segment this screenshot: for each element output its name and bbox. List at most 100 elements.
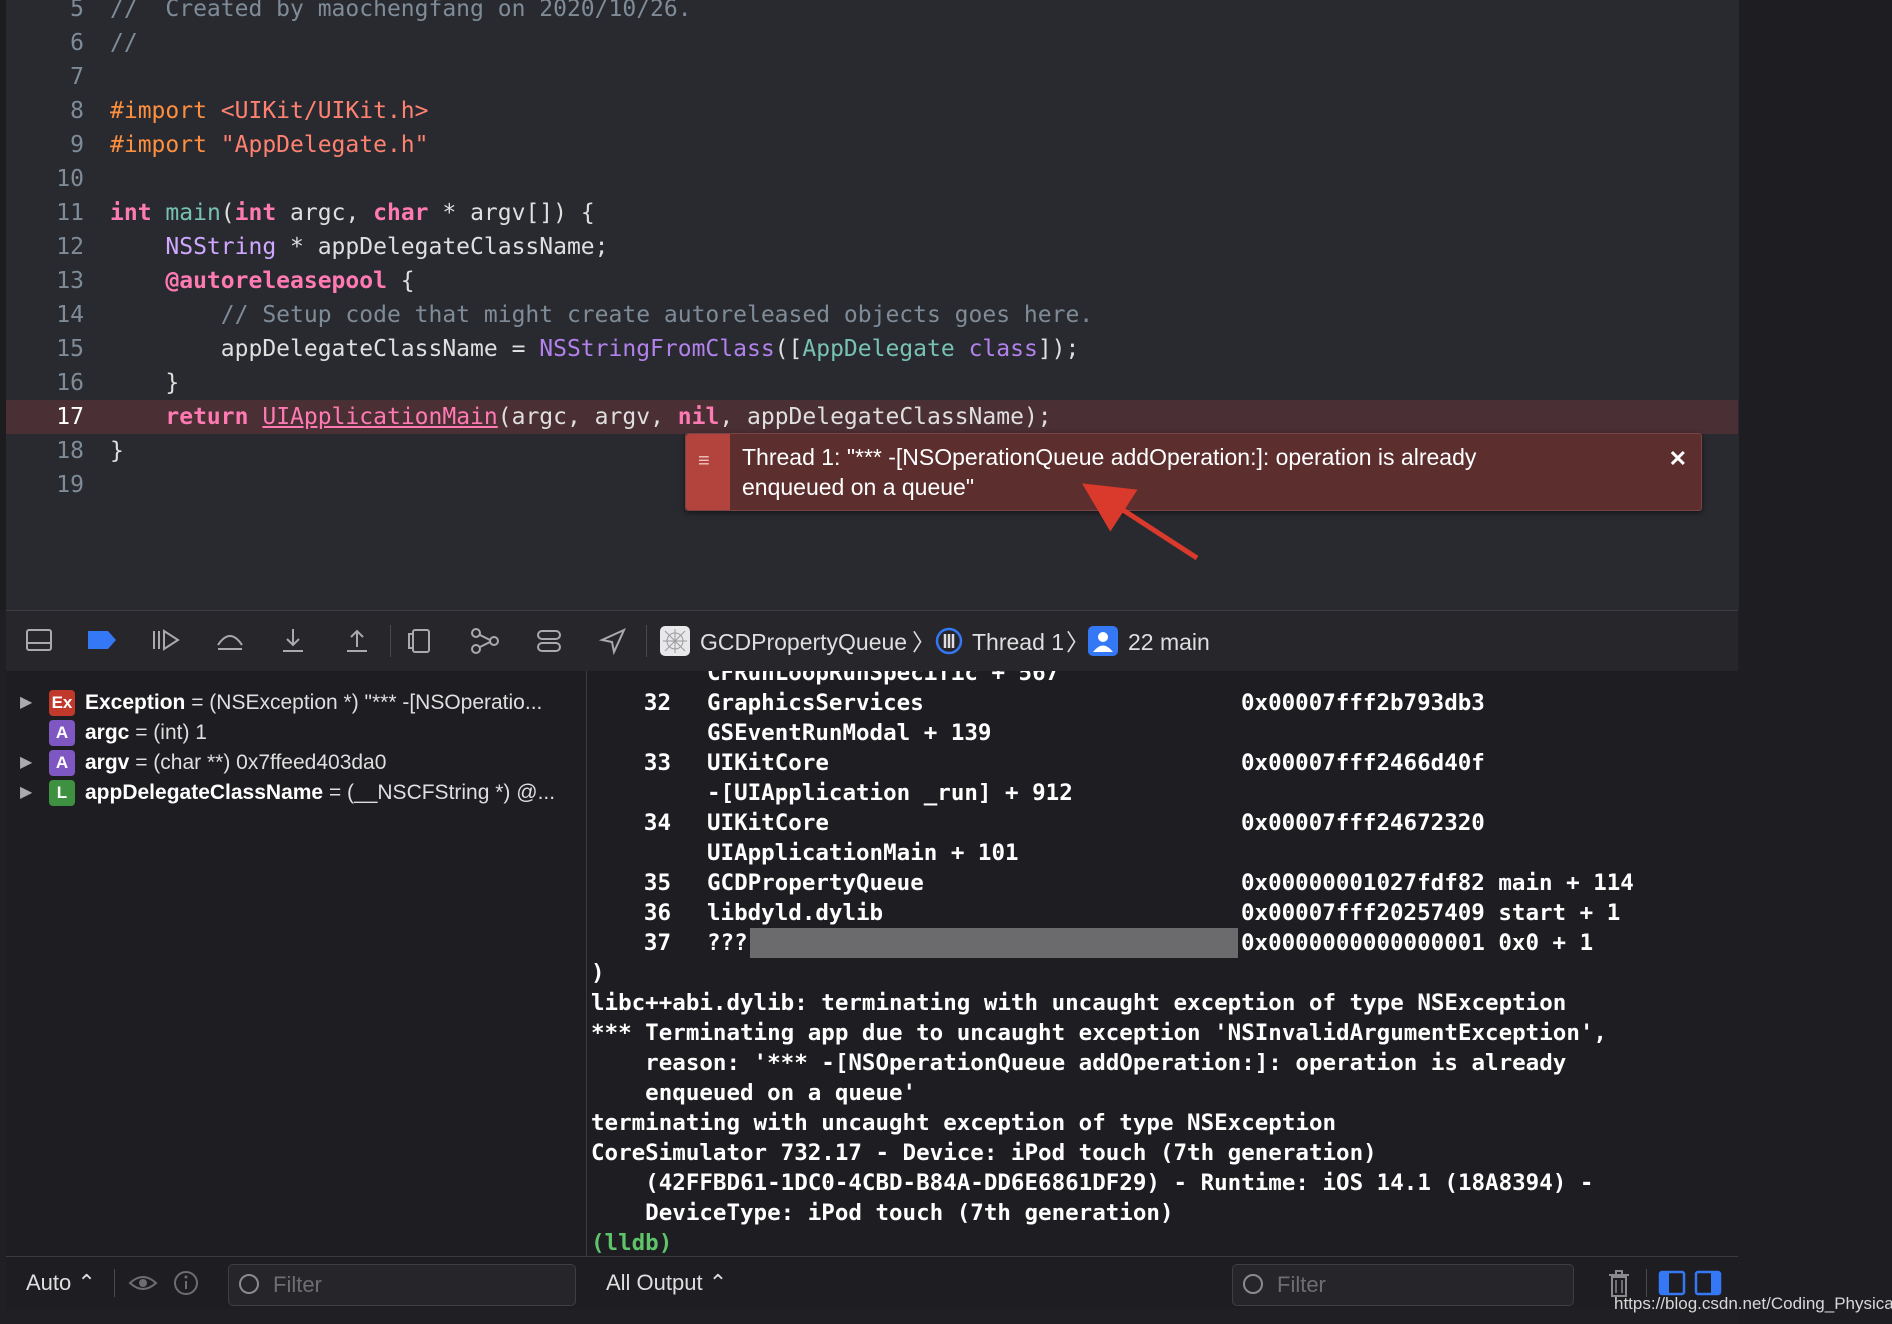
environment-overrides-icon[interactable] xyxy=(534,627,564,657)
frame-number: 33 xyxy=(643,750,671,776)
exception-banner[interactable]: ≡ Thread 1: "*** -[NSOperationQueue addO… xyxy=(685,433,1702,511)
line-number: 6 xyxy=(70,30,84,56)
filter-icon xyxy=(1243,1274,1263,1294)
code-token: @autoreleasepool xyxy=(165,268,387,294)
step-out-icon[interactable] xyxy=(342,627,372,657)
frame-number: 36 xyxy=(643,900,671,926)
variable-value: = (NSException *) "*** -[NSOperatio... xyxy=(185,691,543,714)
breadcrumb-thread[interactable]: Thread 1 xyxy=(972,627,1064,657)
code-line[interactable]: 7 xyxy=(6,60,1738,94)
code-token: (argc, argv, xyxy=(497,404,678,430)
console-output-line: enqueued on a queue' xyxy=(591,1080,917,1106)
info-icon[interactable] xyxy=(172,1269,200,1302)
console-output-line: reason: '*** -[NSOperationQueue addOpera… xyxy=(591,1050,1567,1076)
code-text: appDelegateClassName = NSStringFromClass… xyxy=(110,332,1080,366)
code-text: NSString * appDelegateClassName; xyxy=(110,230,608,264)
stack-frame-line: 34 UIKitCore 0x00007fff24672320 xyxy=(587,808,1738,838)
code-text: } xyxy=(110,434,124,468)
eye-icon[interactable] xyxy=(128,1270,158,1301)
breadcrumb-separator: 〉 xyxy=(912,629,935,655)
exception-message-line1: Thread 1: "*** -[NSOperationQueue addOpe… xyxy=(742,444,1477,470)
code-token: argc, xyxy=(276,200,374,226)
toolbar-divider xyxy=(390,625,391,657)
frame-address: 0x00007fff24672320 xyxy=(1241,810,1485,836)
code-line[interactable]: 15 appDelegateClassName = NSStringFromCl… xyxy=(6,332,1738,366)
stack-frame-line: 37??? 0x0000000000000001 0x0 + 1 xyxy=(587,928,1738,958)
exception-message-line2: enqueued on a queue" xyxy=(742,474,974,500)
variable-text: appDelegateClassName = (__NSCFString *) … xyxy=(85,775,555,811)
line-number: 19 xyxy=(56,472,84,498)
line-number: 13 xyxy=(56,268,84,294)
code-text: #import "AppDelegate.h" xyxy=(110,128,429,162)
code-line[interactable]: 12 NSString * appDelegateClassName; xyxy=(6,230,1738,264)
console-filter[interactable]: Filter xyxy=(1232,1264,1574,1306)
code-token: NSStringFromClass xyxy=(539,336,775,362)
code-line[interactable]: 16 } xyxy=(6,366,1738,400)
output-selector[interactable]: All Output ⌃ xyxy=(606,1269,727,1297)
code-token: <UIKit/UIKit.h> xyxy=(220,98,429,124)
code-token: // Created by maochengfang on 2020/10/26… xyxy=(110,0,692,22)
code-line[interactable]: 5 // Created by maochengfang on 2020/10/2… xyxy=(6,0,1738,26)
console-output-line: terminating with uncaught exception of t… xyxy=(591,1110,1337,1136)
code-token: main xyxy=(165,200,221,226)
variable-kind-badge: A xyxy=(49,720,75,746)
code-token: } xyxy=(110,370,180,396)
code-line[interactable]: 14 // Setup code that might create autor… xyxy=(6,298,1738,332)
code-text: @autoreleasepool { xyxy=(110,264,414,298)
stack-frame-line: 33 UIKitCore 0x00007fff2466d40f xyxy=(587,748,1738,778)
source-editor[interactable]: 5 // Created by maochengfang on 2020/10/2… xyxy=(0,0,1745,610)
breakpoints-toggle-icon[interactable] xyxy=(86,627,116,657)
code-line-current[interactable]: 17 return UIApplicationMain(argc, argv, … xyxy=(6,400,1738,434)
disclosure-triangle-icon[interactable]: ▶ xyxy=(20,775,32,811)
breadcrumb-target[interactable]: GCDPropertyQueue xyxy=(700,627,907,657)
lldb-prompt[interactable]: (lldb) xyxy=(591,1228,672,1256)
debug-console[interactable]: CFRunLoopRunSpecific + 567 32 GraphicsSer… xyxy=(587,671,1738,1256)
frame-library: libdyld.dylib xyxy=(707,900,884,926)
variable-name: argc xyxy=(85,721,130,744)
code-line[interactable]: 13 @autoreleasepool { xyxy=(6,264,1738,298)
code-token: UIApplicationMain xyxy=(262,404,498,430)
breadcrumb-frame[interactable]: 22 main xyxy=(1128,627,1210,657)
debug-toolbar: GCDPropertyQueue 〉 Thread 1 〉 22 main xyxy=(6,610,1738,672)
variable-row[interactable]: ▶ LappDelegateClassName = (__NSCFString *… xyxy=(6,775,586,811)
thread-icon xyxy=(934,626,964,656)
code-text: // Created by maochengfang on 2020/10/26… xyxy=(110,0,692,26)
frame-library: GCDPropertyQueue xyxy=(707,870,924,896)
console-output-line: CoreSimulator 732.17 - Device: iPod touc… xyxy=(591,1140,1377,1166)
frame-library: UIKitCore xyxy=(707,750,829,776)
code-line[interactable]: 9 #import "AppDelegate.h" xyxy=(6,128,1738,162)
code-line[interactable]: 6 // xyxy=(6,26,1738,60)
code-text: // Setup code that might create autorele… xyxy=(110,298,1093,332)
hide-debug-area-icon[interactable] xyxy=(24,627,54,657)
code-text: int main(int argc, char * argv[]) { xyxy=(110,196,595,230)
variable-value: = (char **) 0x7ffeed403da0 xyxy=(129,751,387,774)
variable-name: argv xyxy=(85,751,130,774)
text-highlight xyxy=(750,928,1238,958)
frame-symbol: -[UIApplication _run] + 912 xyxy=(707,780,1073,806)
variable-kind-badge: A xyxy=(49,750,75,776)
code-text: // xyxy=(110,26,138,60)
scope-selector[interactable]: Auto ⌃ xyxy=(26,1269,96,1297)
view-hierarchy-icon[interactable] xyxy=(406,627,436,657)
memory-graph-icon[interactable] xyxy=(470,627,500,657)
variables-filter[interactable]: Filter xyxy=(228,1264,576,1306)
code-token: // Setup code that might create autorele… xyxy=(220,302,1094,328)
menu-icon[interactable]: ≡ xyxy=(698,450,710,473)
frame-number: 34 xyxy=(643,810,671,836)
code-line[interactable]: 11 int main(int argc, char * argv[]) { xyxy=(6,196,1738,230)
step-over-icon[interactable] xyxy=(214,627,244,657)
close-icon[interactable]: ✕ xyxy=(1669,446,1687,472)
code-line[interactable]: 10 xyxy=(6,162,1738,196)
frame-address: 0x00007fff2466d40f xyxy=(1241,750,1485,776)
step-into-icon[interactable] xyxy=(278,627,308,657)
code-line[interactable]: 8 #import <UIKit/UIKit.h> xyxy=(6,94,1738,128)
simulate-location-icon[interactable] xyxy=(598,627,628,657)
variable-name: appDelegateClassName xyxy=(85,781,324,804)
code-token: int xyxy=(110,200,152,226)
continue-icon[interactable] xyxy=(150,627,180,657)
line-number: 7 xyxy=(70,64,84,90)
frame-address: 0x00007fff20257409 start + 1 xyxy=(1241,900,1621,926)
code-token: #import xyxy=(110,132,221,158)
